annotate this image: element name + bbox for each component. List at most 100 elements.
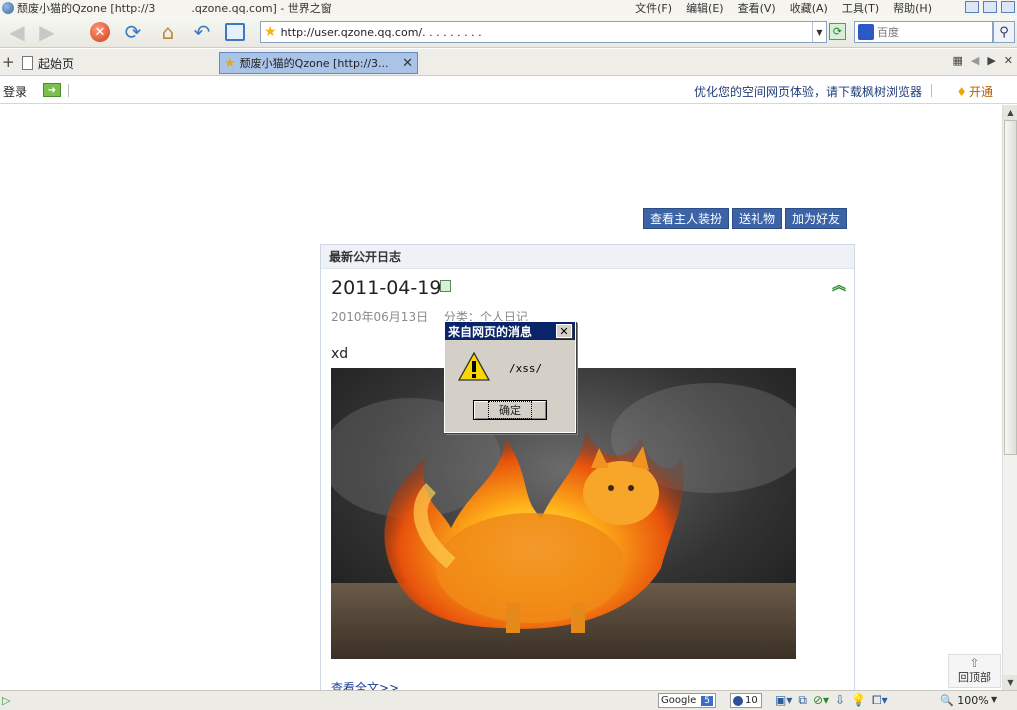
- post-attachment-icon: [440, 280, 451, 292]
- login-link[interactable]: 登录: [3, 83, 27, 100]
- view-decoration-button[interactable]: 查看主人装扮: [643, 208, 730, 229]
- mail-indicator[interactable]: 10: [730, 693, 762, 708]
- address-bar[interactable]: ★ http://user.qzone.qq.com/. . . . . . .…: [260, 21, 827, 43]
- add-friend-button[interactable]: 加为好友: [785, 208, 848, 229]
- baidu-paw-icon: 🐾: [858, 24, 874, 40]
- address-dropdown-icon[interactable]: ▼: [812, 22, 826, 42]
- alert-ok-label: 确定: [488, 401, 532, 419]
- forward-button[interactable]: ▶: [34, 20, 60, 44]
- search-box[interactable]: 🐾: [854, 21, 993, 43]
- layout-tile-icon[interactable]: [983, 1, 997, 13]
- forward-arrow-icon: ▶: [39, 20, 55, 44]
- refresh-icon: ⟳: [124, 20, 142, 44]
- go-button[interactable]: ⟳: [829, 23, 846, 40]
- back-to-top-button[interactable]: ⇧ 回顶部: [948, 654, 1001, 688]
- search-input[interactable]: [877, 25, 977, 39]
- open-vip-link[interactable]: ♦ 开通: [956, 83, 993, 100]
- window-icon: [225, 23, 245, 41]
- page-icon[interactable]: ▣▾: [775, 693, 792, 708]
- post-title[interactable]: 2011-04-19: [331, 277, 441, 299]
- navigation-toolbar: ◀ ▶ ✕ ⟳ ⌂ ↶ ★ http://user.qzone.qq.com/.…: [0, 16, 1017, 48]
- tab-scroll-left-icon[interactable]: ◀: [971, 54, 979, 67]
- tab-list-icon[interactable]: ▦: [952, 54, 962, 67]
- tab-start-label: 起始页: [38, 56, 75, 71]
- address-url[interactable]: http://user.qzone.qq.com/. . . . . . . .…: [281, 26, 482, 39]
- divider: [68, 84, 69, 97]
- tab-start-page[interactable]: 起始页: [22, 53, 74, 73]
- mail-count: 10: [745, 695, 758, 706]
- magnifier-icon: ⚲: [999, 24, 1009, 40]
- new-tab-plus-icon[interactable]: +: [2, 53, 15, 71]
- tab-close-all-icon[interactable]: ✕: [1004, 54, 1013, 67]
- owner-action-buttons: 查看主人装扮 送礼物 加为好友: [643, 208, 848, 229]
- mail-icon: [733, 695, 743, 706]
- alert-message: /xss/: [509, 362, 543, 375]
- menu-tools[interactable]: 工具(T): [842, 0, 879, 16]
- back-button[interactable]: ◀: [4, 20, 30, 44]
- google-label: Google: [661, 695, 697, 706]
- qzone-top-bar: 登录 ➜ 优化您的空间网页体验，请下载枫树浏览器 ♦ 开通: [0, 77, 1017, 104]
- window-layout-buttons: [965, 1, 1015, 13]
- tab-scroll-right-icon[interactable]: ▶: [987, 54, 995, 67]
- layout-grid-icon[interactable]: [1001, 1, 1015, 13]
- home-button[interactable]: ⌂: [155, 20, 181, 44]
- zoom-value: 100%: [957, 694, 989, 707]
- tab-controls: ▦ ◀ ▶ ✕: [952, 54, 1013, 67]
- panel-title: 最新公开日志: [321, 245, 854, 269]
- status-tools: ▣▾ ⧉ ⊘▾ ⇩ 💡 ⧠▾: [775, 693, 888, 708]
- google-pagerank[interactable]: Google 5: [658, 693, 716, 708]
- favorite-star-icon[interactable]: ★: [264, 24, 277, 40]
- tab-bar: + 起始页 ★ 颓废小猫的Qzone [http://3... ✕ ▦ ◀ ▶ …: [0, 49, 1017, 76]
- new-window-button[interactable]: [222, 20, 248, 44]
- tab-active-label: 颓废小猫的Qzone [http://3...: [239, 57, 389, 70]
- back-to-top-label: 回顶部: [958, 671, 991, 684]
- send-gift-button[interactable]: 送礼物: [732, 208, 783, 229]
- menu-favorites[interactable]: 收藏(A): [790, 0, 828, 16]
- menu-bar: 文件(F) 编辑(E) 查看(V) 收藏(A) 工具(T) 帮助(H): [635, 0, 932, 16]
- download-icon[interactable]: ⇩: [835, 693, 845, 708]
- scroll-down-icon[interactable]: ▼: [1003, 675, 1017, 690]
- undo-close-button[interactable]: ↶: [189, 20, 215, 44]
- refresh-button[interactable]: ⟳: [120, 20, 146, 44]
- google-count: 5: [701, 695, 713, 706]
- menu-file[interactable]: 文件(F): [635, 0, 672, 16]
- window-title: 颓废小猫的Qzone [http://3 .qzone.qq.com] - 世界…: [17, 2, 332, 15]
- post-text: xd: [331, 346, 349, 362]
- browser-promo-link[interactable]: 优化您的空间网页体验，请下载枫树浏览器: [694, 83, 922, 100]
- layout-single-icon[interactable]: [965, 1, 979, 13]
- compass-icon[interactable]: ⊘▾: [813, 693, 829, 708]
- latest-blog-panel: 最新公开日志 2011-04-19 ︽ 2010年06月13日 分类：个人日记 …: [320, 244, 855, 690]
- up-arrow-icon: ⇧: [969, 656, 980, 670]
- divider: [931, 84, 932, 97]
- read-more-link[interactable]: 查看全文>>: [331, 679, 399, 690]
- tips-bulb-icon[interactable]: 💡: [851, 693, 866, 708]
- alert-close-icon[interactable]: ✕: [556, 324, 572, 338]
- open-vip-label: 开通: [968, 85, 993, 99]
- scroll-thumb[interactable]: [1004, 120, 1017, 455]
- search-button[interactable]: ⚲: [993, 21, 1015, 43]
- stop-icon: ✕: [90, 22, 110, 42]
- diamond-icon: ♦: [956, 85, 967, 99]
- warning-icon: [458, 352, 490, 381]
- home-icon: ⌂: [161, 20, 175, 44]
- vertical-scrollbar[interactable]: ▲ ▼: [1002, 105, 1017, 690]
- alert-ok-button[interactable]: 确定: [473, 400, 547, 420]
- tab-close-icon[interactable]: ✕: [402, 56, 413, 71]
- menu-help[interactable]: 帮助(H): [893, 0, 932, 16]
- zoom-level[interactable]: 🔍 100%: [940, 694, 989, 707]
- alert-dialog: 来自网页的消息 ✕ /xss/ 确定: [444, 321, 576, 433]
- expand-chevron-icon[interactable]: ︽: [832, 279, 846, 293]
- back-arrow-icon: ◀: [9, 20, 25, 44]
- undo-icon: ↶: [193, 20, 211, 44]
- scroll-up-icon[interactable]: ▲: [1003, 105, 1017, 120]
- zoom-dropdown-icon[interactable]: ▼: [991, 695, 997, 704]
- document-icon: [22, 56, 33, 70]
- menu-edit[interactable]: 编辑(E): [686, 0, 724, 16]
- screenshot-icon[interactable]: ⧠▾: [872, 693, 888, 708]
- menu-view[interactable]: 查看(V): [738, 0, 776, 16]
- stop-button[interactable]: ✕: [87, 20, 113, 44]
- windows-icon[interactable]: ⧉: [798, 693, 807, 708]
- login-arrow-icon[interactable]: ➜: [43, 83, 61, 97]
- qzone-star-icon: ★: [224, 55, 236, 71]
- tab-active-qzone[interactable]: ★ 颓废小猫的Qzone [http://3... ✕: [219, 52, 418, 74]
